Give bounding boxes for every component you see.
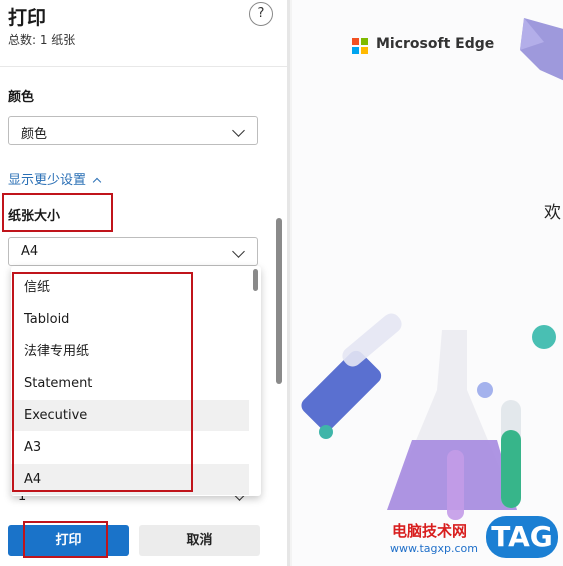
show-fewer-settings-label: 显示更少设置	[8, 173, 87, 188]
brand-text: Microsoft Edge	[376, 36, 495, 52]
watermark-text: 电脑技术网	[392, 522, 468, 540]
preview-page: Microsoft Edge 欢 电脑技术网 www.tagxp.com TAG	[292, 0, 563, 566]
color-label: 颜色	[8, 90, 35, 105]
paper-size-select-value: A4	[21, 244, 39, 259]
total-pages-text: 总数: 1 纸张	[8, 33, 76, 47]
dropdown-scrollbar[interactable]	[253, 269, 258, 291]
welcome-text: 欢	[544, 203, 561, 223]
chevron-up-icon	[92, 177, 102, 187]
print-preview-pane: Microsoft Edge 欢 电脑技术网 www.tagxp.com TAG	[290, 0, 563, 566]
color-select[interactable]: 颜色	[8, 116, 258, 145]
preview-artwork	[301, 18, 563, 520]
chevron-down-icon	[232, 245, 245, 258]
print-button-highlight	[23, 521, 108, 558]
paper-size-label-highlight	[2, 193, 113, 232]
paper-size-select[interactable]: A4	[8, 237, 258, 266]
show-fewer-settings-link[interactable]: 显示更少设置	[8, 169, 102, 188]
header-divider	[0, 66, 287, 67]
cancel-button[interactable]: 取消	[139, 525, 260, 556]
color-select-value: 颜色	[21, 127, 48, 142]
microsoft-logo-icon	[352, 38, 368, 54]
chevron-down-icon	[232, 124, 245, 137]
help-icon[interactable]: ?	[249, 2, 273, 26]
paper-options-highlight	[12, 272, 193, 492]
watermark-tag-logo: TAG	[486, 516, 558, 558]
panel-scrollbar[interactable]	[276, 218, 282, 384]
print-settings-panel: 打印 总数: 1 纸张 ? 颜色 颜色 显示更少设置 纸张大小 A4 1 信纸 …	[0, 0, 287, 566]
watermark-url: www.tagxp.com	[390, 542, 478, 555]
dialog-title: 打印	[8, 7, 47, 29]
